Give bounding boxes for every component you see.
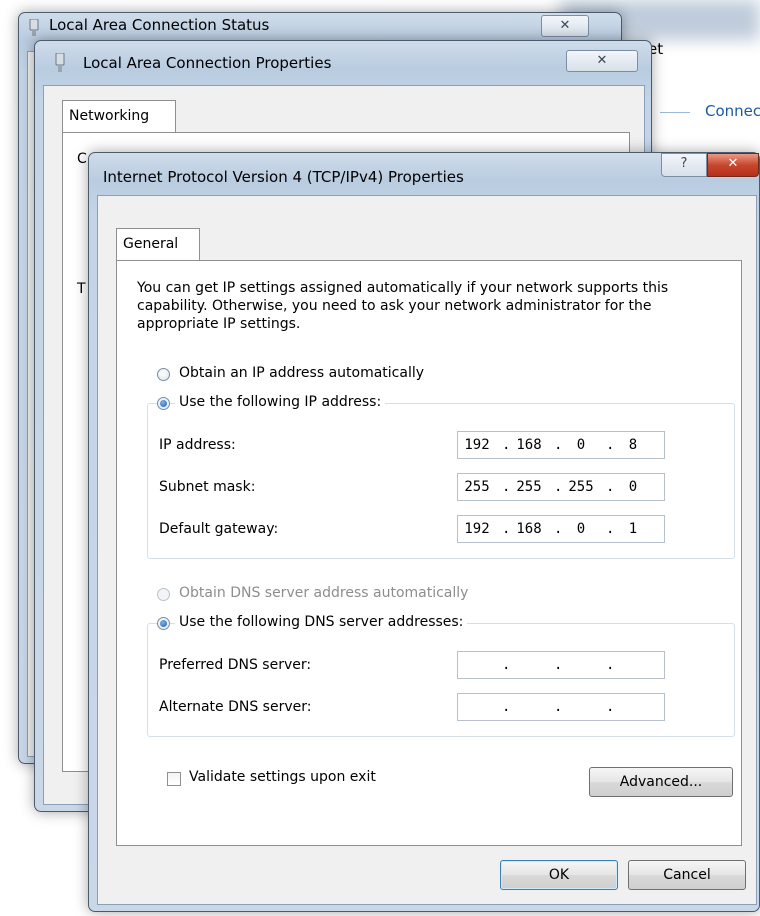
ipv4-dialog: Internet Protocol Version 4 (TCP/IPv4) P…	[88, 152, 760, 912]
obtain-ip-auto-label[interactable]: Obtain an IP address automatically	[179, 365, 424, 381]
partial-label-this-connection: T	[77, 281, 86, 297]
background-separator	[660, 112, 690, 113]
obtain-dns-auto-radio[interactable]	[157, 588, 170, 601]
description-text: You can get IP settings assigned automat…	[137, 280, 669, 332]
network-icon	[55, 53, 65, 72]
use-following-ip-label[interactable]: Use the following IP address:	[175, 394, 386, 410]
use-following-dns-radio[interactable]	[157, 617, 170, 630]
obtain-dns-auto-label[interactable]: Obtain DNS server address automatically	[179, 585, 468, 601]
general-panel: You can get IP settings assigned automat…	[116, 260, 742, 846]
alternate-dns-input[interactable]: . . .	[457, 693, 665, 721]
tab-general[interactable]: General	[116, 228, 200, 261]
tab-networking[interactable]: Networking	[62, 100, 176, 133]
default-gateway-input[interactable]: 192 . 168 . 0 . 1	[457, 515, 665, 543]
validate-settings-checkbox[interactable]	[167, 772, 181, 786]
subnet-mask-input[interactable]: 255 . 255 . 255 . 0	[457, 473, 665, 501]
properties-window-title: Local Area Connection Properties	[83, 54, 332, 72]
obtain-ip-auto-radio[interactable]	[157, 368, 170, 381]
use-following-dns-label[interactable]: Use the following DNS server addresses:	[175, 614, 468, 630]
help-button[interactable]: ?	[661, 153, 707, 177]
preferred-dns-input[interactable]: . . .	[457, 651, 665, 679]
status-window-close-button[interactable]: ✕	[541, 15, 589, 37]
advanced-button[interactable]: Advanced...	[589, 767, 733, 797]
background-partial-link[interactable]: Connec	[705, 102, 760, 120]
properties-window-close-button[interactable]: ✕	[566, 50, 638, 72]
close-button[interactable]: ✕	[707, 153, 759, 177]
ip-address-label: IP address:	[159, 437, 236, 453]
preferred-dns-label: Preferred DNS server:	[159, 657, 312, 673]
validate-settings-label[interactable]: Validate settings upon exit	[189, 769, 376, 785]
network-icon	[29, 19, 39, 36]
use-following-ip-radio[interactable]	[157, 397, 170, 410]
ipv4-dialog-body: General You can get IP settings assigned…	[97, 195, 757, 905]
subnet-mask-label: Subnet mask:	[159, 479, 256, 495]
status-window-titlebar: Local Area Connection Status	[49, 5, 621, 45]
cancel-button[interactable]: Cancel	[628, 860, 746, 890]
ip-address-input[interactable]: 192 . 168 . 0 . 8	[457, 431, 665, 459]
alternate-dns-label: Alternate DNS server:	[159, 699, 312, 715]
ok-button[interactable]: OK	[500, 860, 618, 890]
status-window-title: Local Area Connection Status	[49, 16, 270, 34]
partial-label-connect-using: C	[77, 151, 87, 167]
default-gateway-label: Default gateway:	[159, 521, 279, 537]
ipv4-dialog-title: Internet Protocol Version 4 (TCP/IPv4) P…	[103, 168, 464, 186]
